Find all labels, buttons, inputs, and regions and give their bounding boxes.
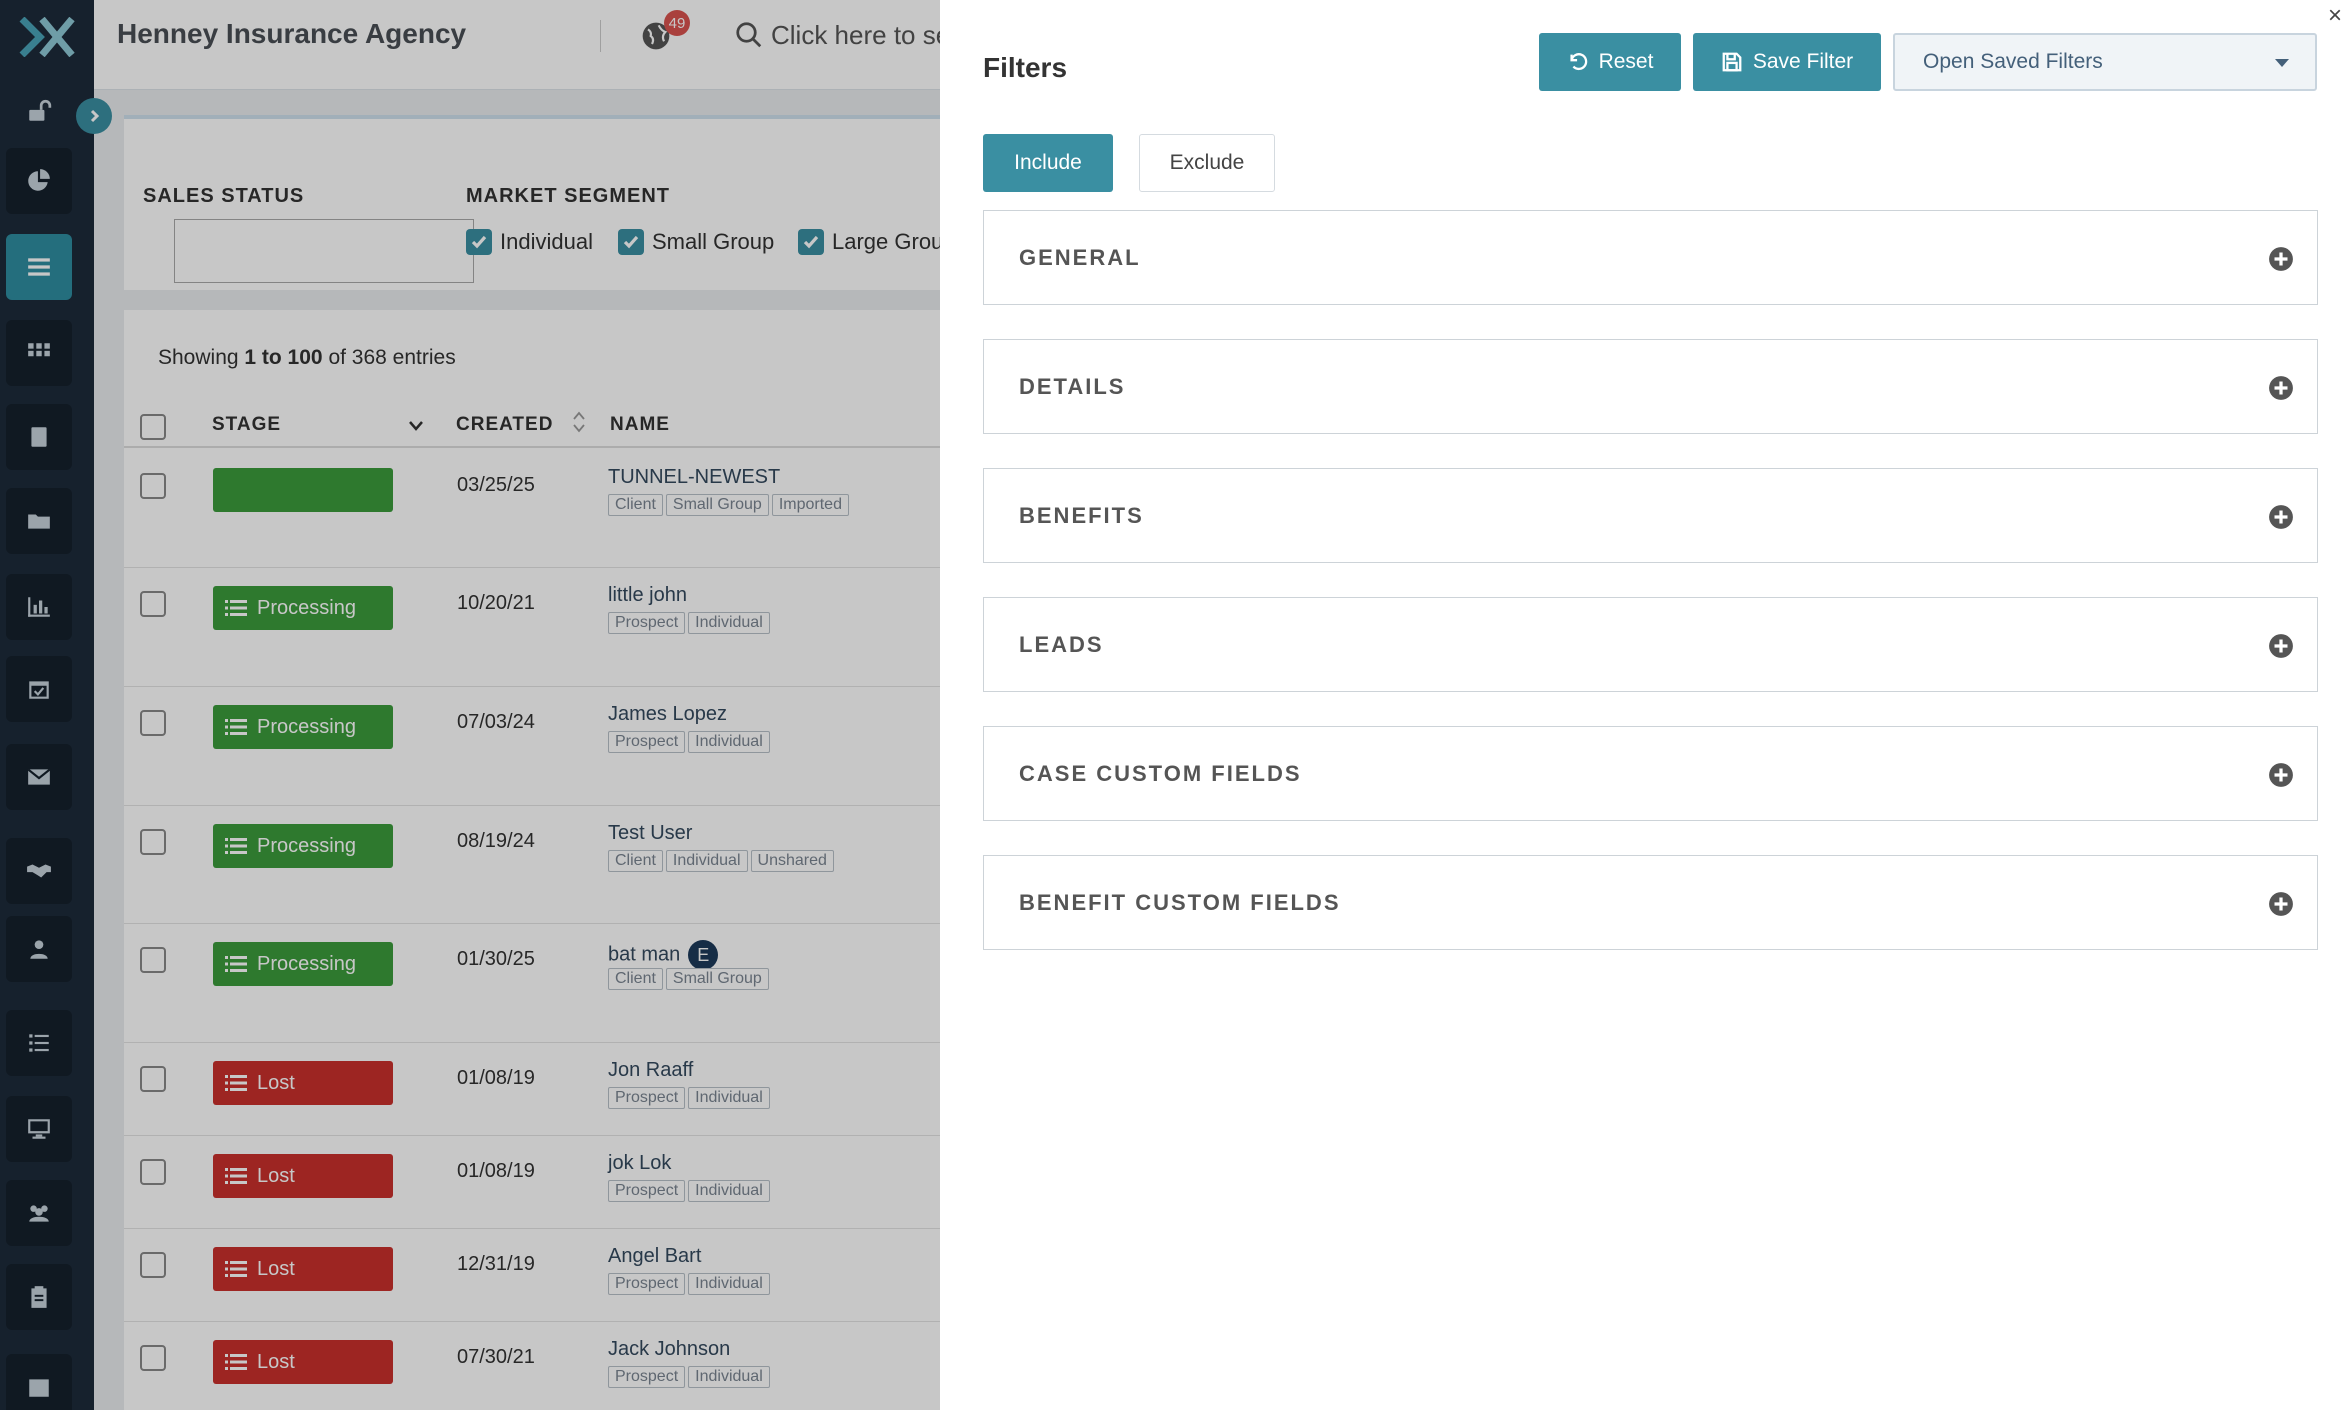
section-label: BENEFIT CUSTOM FIELDS (1019, 890, 1341, 915)
section-benefits[interactable]: BENEFITS (983, 468, 2318, 563)
filters-title: Filters (983, 52, 1068, 83)
open-saved-filters-dropdown[interactable]: Open Saved Filters (1893, 33, 2317, 91)
reset-button[interactable]: Reset (1539, 33, 1681, 91)
plus-circle-icon[interactable] (2268, 246, 2294, 272)
section-details[interactable]: DETAILS (983, 339, 2318, 434)
section-leads[interactable]: LEADS (983, 597, 2318, 692)
close-icon[interactable]: × (2328, 2, 2342, 30)
section-general[interactable]: GENERAL (983, 210, 2318, 305)
plus-circle-icon[interactable] (2268, 762, 2294, 788)
caret-down-icon (2275, 59, 2289, 67)
plus-circle-icon[interactable] (2268, 891, 2294, 917)
section-label: BENEFITS (1019, 503, 1144, 528)
exclude-tab[interactable]: Exclude (1139, 134, 1275, 192)
section-label: GENERAL (1019, 245, 1141, 270)
modal-backdrop[interactable] (0, 0, 940, 1410)
section-label: LEADS (1019, 632, 1104, 657)
section-case-custom-fields[interactable]: CASE CUSTOM FIELDS (983, 726, 2318, 821)
plus-circle-icon[interactable] (2268, 504, 2294, 530)
plus-circle-icon[interactable] (2268, 375, 2294, 401)
filters-panel: × Filters Reset Save Filter Open Saved F… (940, 0, 2346, 1410)
include-tab[interactable]: Include (983, 134, 1113, 192)
section-label: DETAILS (1019, 374, 1126, 399)
save-filter-button[interactable]: Save Filter (1693, 33, 1881, 91)
section-benefit-custom-fields[interactable]: BENEFIT CUSTOM FIELDS (983, 855, 2318, 950)
section-label: CASE CUSTOM FIELDS (1019, 761, 1302, 786)
undo-icon (1570, 53, 1587, 71)
save-icon (1722, 52, 1742, 72)
plus-circle-icon[interactable] (2268, 633, 2294, 659)
